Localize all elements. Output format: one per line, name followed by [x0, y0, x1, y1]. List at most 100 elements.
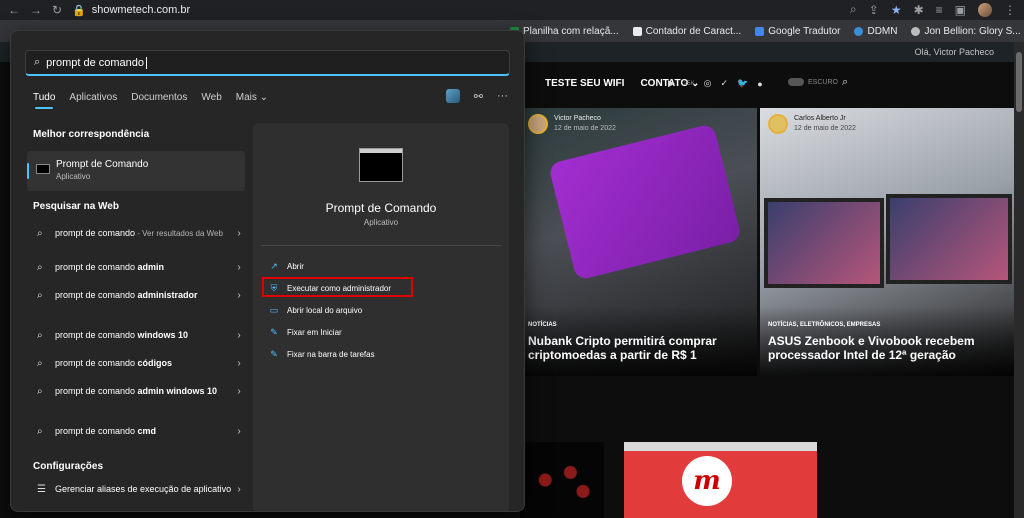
action-open-file-location[interactable]: ▭ Abrir local do arquivo [269, 305, 362, 315]
scrollbar-thumb[interactable] [1016, 52, 1022, 112]
article-tag[interactable]: NOTÍCIAS, ELETRÔNICOS, EMPRESAS [768, 322, 880, 328]
chevron-right-icon: › [237, 385, 241, 397]
address-bar[interactable]: 🔒 showmetech.com.br [72, 4, 190, 17]
article-headline[interactable]: Nubank Cripto permitirá comprar criptomo… [528, 334, 757, 362]
social-icons: ▶ 25K ◎ ✓ 🐦 ● [668, 78, 763, 89]
reload-icon[interactable]: ↻ [52, 3, 62, 17]
chevron-right-icon: › [237, 483, 241, 495]
search-icon: ⌕ [37, 289, 43, 301]
open-icon: ↗ [270, 261, 278, 271]
bookmark-item[interactable]: Planilha com relaçã... [510, 26, 619, 37]
article-card[interactable]: Carlos Alberto Jr 12 de maio de 2022 NOTÍ… [760, 108, 1016, 376]
settings-result-item[interactable]: ☰ Gerenciar aliases de execução de aplic… [27, 483, 245, 495]
annotation-highlight-box [262, 277, 413, 297]
zoom-icon[interactable]: ⌕ [850, 2, 857, 17]
page-scrollbar[interactable] [1014, 42, 1024, 518]
action-pin-to-taskbar[interactable]: ✎ Fixar na barra de tarefas [269, 349, 374, 359]
music-icon [911, 26, 921, 36]
tab-all[interactable]: Tudo [33, 92, 55, 109]
article-headline[interactable]: ASUS Zenbook e Vivobook recebem processa… [768, 334, 998, 362]
twitter-icon[interactable]: 🐦 [737, 78, 748, 89]
toggle-label: ESCURO [808, 78, 838, 86]
author-avatar [528, 114, 548, 134]
search-icon: ⌕ [37, 425, 43, 437]
action-open[interactable]: ↗ Abrir [269, 261, 304, 271]
magazine-logo: m [682, 456, 732, 506]
sidebar-icon[interactable]: ▣ [955, 3, 966, 17]
terminal-icon [36, 164, 50, 174]
youtube-icon[interactable]: ▶ [668, 78, 675, 89]
tab-web[interactable]: Web [201, 92, 221, 103]
bookmark-item[interactable]: DDMN [854, 26, 897, 37]
dark-mode-toggle[interactable]: ESCURO [788, 78, 838, 86]
laptop-image [886, 194, 1012, 284]
preview-title: Prompt de Comando [325, 201, 437, 215]
web-result-item[interactable]: ⌕ prompt de comando - Ver resultados da … [27, 227, 245, 240]
chevron-right-icon: › [237, 261, 241, 273]
wordpress-icon [854, 26, 864, 36]
article-tag[interactable]: NOTÍCIAS [528, 322, 557, 328]
article-thumbnail[interactable]: m [624, 442, 817, 518]
laptop-image [764, 198, 884, 288]
toggle-switch[interactable] [788, 78, 804, 86]
star-icon[interactable]: ★ [891, 3, 902, 17]
terminal-icon [359, 148, 403, 182]
web-result-item[interactable]: ⌕ prompt de comando windows 10 › [27, 329, 245, 341]
menu-icon[interactable]: ⋮ [1004, 3, 1016, 17]
web-result-item[interactable]: ⌕ prompt de comando códigos › [27, 357, 245, 369]
tab-documents[interactable]: Documentos [131, 92, 187, 103]
result-preview-pane: Prompt de Comando Aplicativo ↗ Abrir ⛨ E… [253, 123, 509, 511]
profile-avatar[interactable] [978, 2, 992, 17]
chevron-right-icon: › [237, 289, 241, 301]
tab-more[interactable]: Mais ⌄ [236, 92, 268, 103]
chevron-right-icon: › [237, 357, 241, 369]
chevron-right-icon: › [237, 228, 241, 239]
web-result-item[interactable]: ⌕ prompt de comando cmd › [27, 425, 245, 437]
nav-wifi-test[interactable]: TESTE SEU WIFI [545, 78, 624, 89]
url-text: showmetech.com.br [91, 4, 191, 16]
wp-user-greeting[interactable]: Olá, Victor Pacheco [915, 47, 994, 57]
tab-apps[interactable]: Aplicativos [69, 92, 117, 103]
article-card[interactable]: Victor Pacheco 12 de maio de 2022 NOTÍCIA… [520, 108, 757, 376]
chevron-right-icon: › [237, 329, 241, 341]
search-tabs: Tudo Aplicativos Documentos Web Mais ⌄ [33, 92, 268, 109]
best-match-item[interactable]: Prompt de Comando Aplicativo [27, 151, 245, 191]
action-pin-to-start[interactable]: ✎ Fixar em Iniciar [269, 327, 341, 337]
extensions-icon[interactable]: ✱ [914, 3, 924, 17]
back-icon[interactable]: ← [8, 3, 20, 17]
web-search-heading: Pesquisar na Web [33, 201, 119, 212]
search-tools: ⚯ ··· [445, 89, 508, 103]
search-highlight-image[interactable] [445, 89, 460, 103]
browser-nav: ← → ↻ [0, 3, 62, 17]
instagram-icon[interactable]: ◎ [704, 78, 712, 89]
bookmark-item[interactable]: Contador de Caract... [632, 26, 741, 37]
results-list: Melhor correspondência Prompt de Comando… [11, 123, 253, 511]
selection-indicator [27, 163, 29, 179]
search-icon: ⌕ [34, 56, 41, 68]
translate-icon [755, 26, 765, 36]
web-result-item[interactable]: ⌕ prompt de comando admin › [27, 261, 245, 273]
tiktok-icon[interactable]: ✓ [720, 78, 728, 89]
web-result-item[interactable]: ⌕ prompt de comando administrador › [27, 289, 245, 301]
bookmark-item[interactable]: Jon Bellion: Glory S... [911, 26, 1021, 37]
pin-icon: ✎ [270, 327, 278, 337]
reading-list-icon[interactable]: ≡ [936, 3, 943, 17]
search-icon: ⌕ [37, 329, 43, 341]
share-icon[interactable]: ⇪ [869, 3, 879, 17]
search-icon: ⌕ [37, 385, 43, 397]
site-search-icon[interactable]: ⌕ [842, 76, 848, 89]
spotify-icon[interactable]: ● [757, 79, 762, 89]
forward-icon[interactable]: → [30, 3, 42, 17]
share-icon[interactable]: ⚯ [474, 90, 483, 103]
search-value: prompt de comando [46, 56, 145, 69]
search-input[interactable]: ⌕ prompt de comando [25, 50, 510, 76]
chevron-right-icon: › [237, 425, 241, 437]
author-avatar [768, 114, 788, 134]
article-thumbnail[interactable] [520, 442, 604, 518]
more-options-icon[interactable]: ··· [497, 90, 508, 102]
web-result-item[interactable]: ⌕ prompt de comando admin windows 10 › [27, 385, 245, 397]
bookmark-item[interactable]: Google Tradutor [755, 26, 840, 37]
pin-icon: ✎ [270, 349, 278, 359]
best-match-name: Prompt de Comando [56, 159, 149, 170]
folder-icon: ▭ [269, 305, 279, 315]
